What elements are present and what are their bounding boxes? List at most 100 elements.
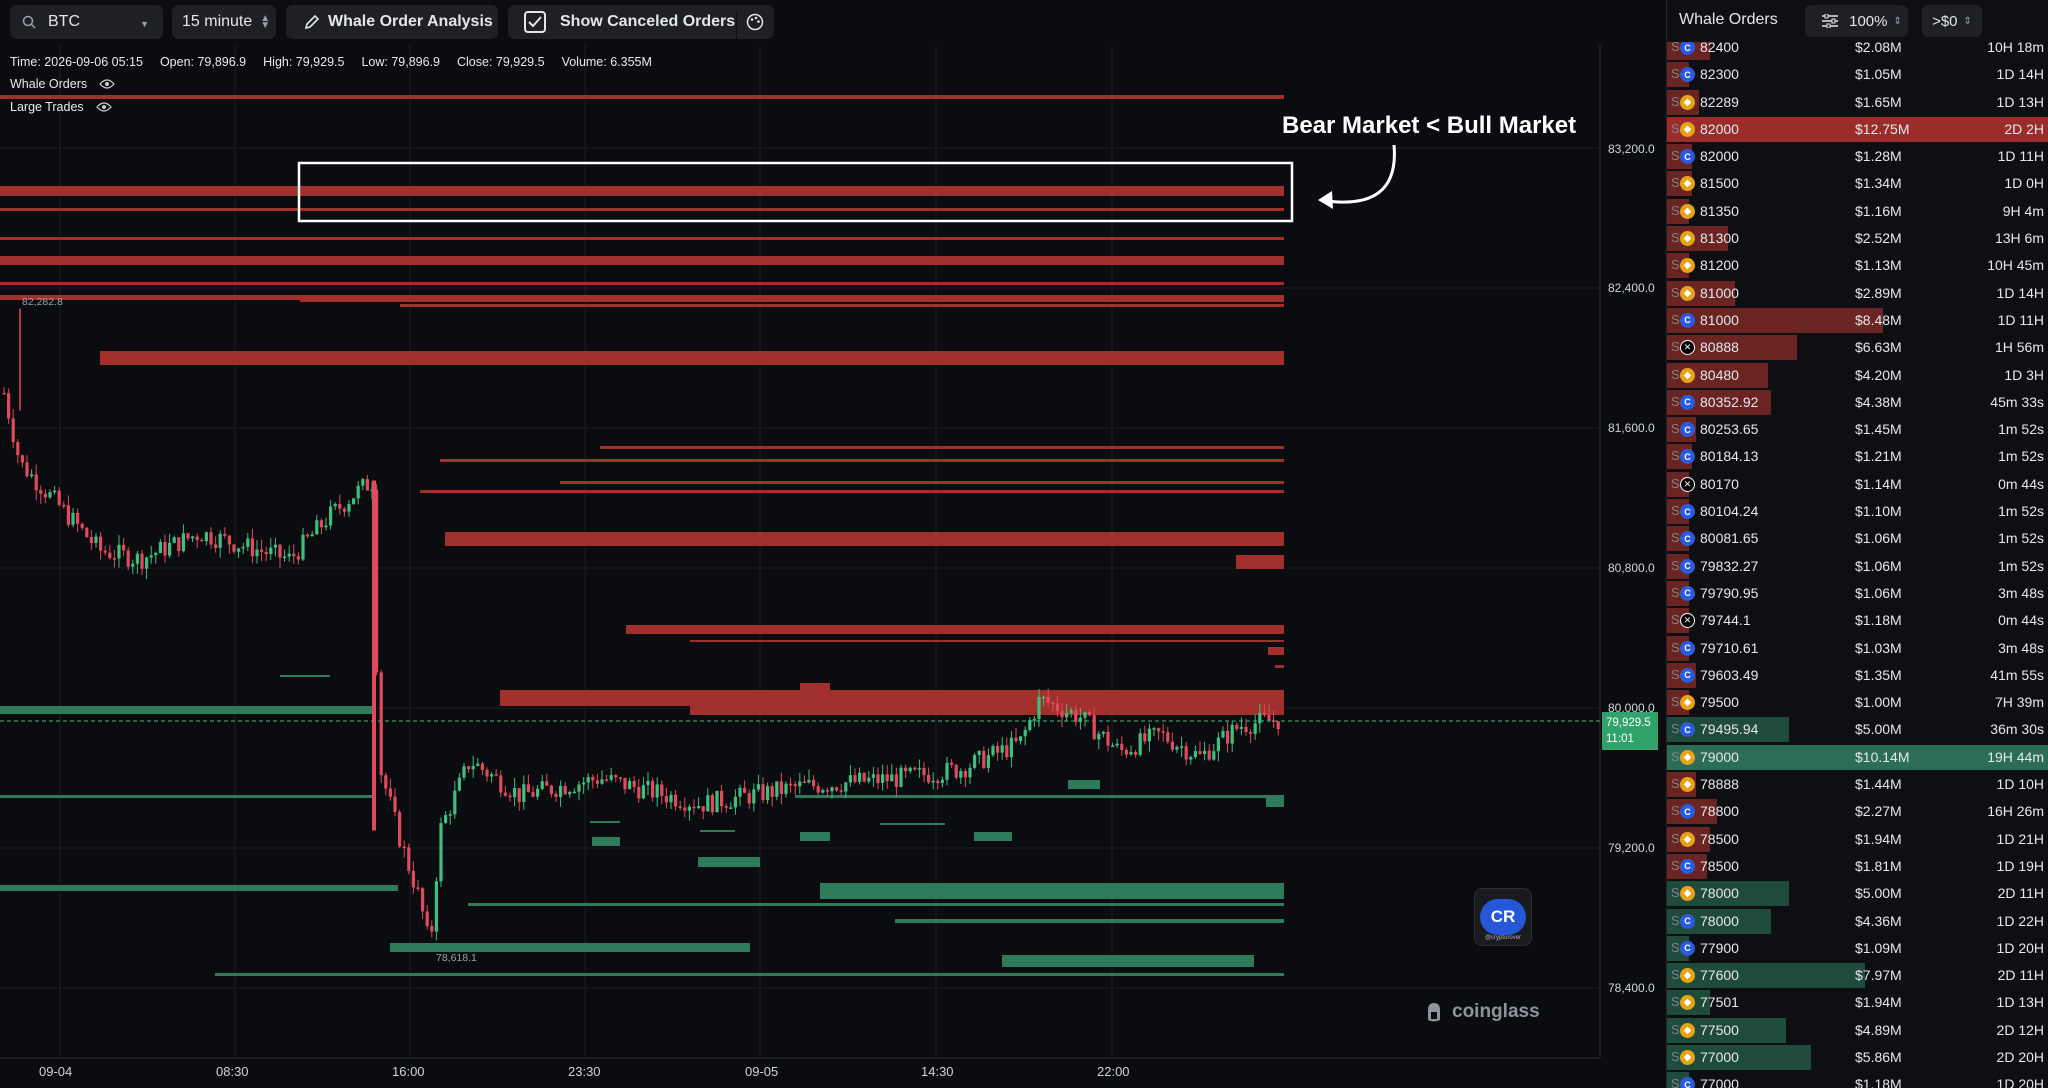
- candle-body: [1161, 731, 1165, 733]
- candle-countdown: 11:01: [1606, 733, 1634, 745]
- order-amount: $6.63M: [1855, 339, 1902, 356]
- palette-icon[interactable]: [746, 13, 764, 31]
- binance-icon: ◆: [1680, 968, 1695, 984]
- order-amount: $2.27M: [1855, 803, 1902, 820]
- whale-order-row[interactable]: S C 80081.65 $1.06M 1m 52s: [1667, 525, 2048, 552]
- whale-order-row[interactable]: S ◆ 78500 $1.94M 1D 21H: [1667, 826, 2048, 853]
- checkbox-checked-icon[interactable]: [524, 11, 546, 33]
- whale-order-row[interactable]: S C 79832.27 $1.06M 1m 52s: [1667, 553, 2048, 580]
- whale-order-row[interactable]: S C 79495.94 $5.00M 36m 30s: [1667, 716, 2048, 743]
- candle-body: [237, 548, 241, 552]
- whale-order-row[interactable]: S ✕ 79744.1 $1.18M 0m 44s: [1667, 607, 2048, 634]
- candle-body: [614, 775, 618, 778]
- whale-order-row[interactable]: S ◆ 77600 $7.97M 2D 11H: [1667, 962, 2048, 989]
- whale-order-row[interactable]: S C 80352.92 $4.38M 45m 33s: [1667, 389, 2048, 416]
- whale-order-row[interactable]: S ◆ 77500 $4.89M 2D 12H: [1667, 1017, 2048, 1044]
- whale-order-row[interactable]: S ✕ 80170 $1.14M 0m 44s: [1667, 471, 2048, 498]
- buy-wall: [468, 903, 1284, 906]
- order-amount: $1.65M: [1855, 93, 1902, 110]
- whale-order-row[interactable]: S C 78500 $1.81M 1D 19H: [1667, 853, 2048, 880]
- coinglass-logo: coinglass: [1422, 1000, 1540, 1024]
- candle-body: [260, 549, 264, 552]
- order-amount: $1.21M: [1855, 448, 1902, 465]
- candle-body: [549, 785, 553, 794]
- whale-order-row[interactable]: S C 78000 $4.36M 1D 22H: [1667, 908, 2048, 935]
- whale-order-row[interactable]: S ◆ 79000 $10.14M 19H 44m: [1667, 744, 2048, 771]
- whale-order-row[interactable]: S C 77900 $1.09M 1D 20H: [1667, 935, 2048, 962]
- candle-body: [1157, 728, 1161, 732]
- order-side: S: [1671, 967, 1680, 983]
- order-side: S: [1671, 93, 1680, 109]
- whale-order-row[interactable]: S ◆ 81350 $1.16M 9H 4m: [1667, 198, 2048, 225]
- buy-wall: [1002, 955, 1254, 967]
- whale-order-row[interactable]: S ◆ 78888 $1.44M 1D 10H: [1667, 771, 2048, 798]
- whale-order-row[interactable]: S C 79603.49 $1.35M 41m 55s: [1667, 662, 2048, 689]
- whale-order-row[interactable]: S ✕ 80888 $6.63M 1H 56m: [1667, 334, 2048, 361]
- order-amount: $1.45M: [1855, 421, 1902, 438]
- candle-body: [135, 553, 139, 564]
- candle-body: [1134, 752, 1138, 755]
- candle-body: [526, 784, 530, 793]
- whale-order-row[interactable]: S C 80253.65 $1.45M 1m 52s: [1667, 416, 2048, 443]
- order-side: S: [1671, 1021, 1680, 1037]
- whale-order-row[interactable]: S C 79710.61 $1.03M 3m 48s: [1667, 635, 2048, 662]
- whale-order-row[interactable]: S C 79790.95 $1.06M 3m 48s: [1667, 580, 2048, 607]
- order-amount: $1.34M: [1855, 175, 1902, 192]
- eye-icon[interactable]: [95, 101, 112, 113]
- whale-order-row[interactable]: S ◆ 80480 $4.20M 1D 3H: [1667, 362, 2048, 389]
- candle-body: [402, 846, 406, 849]
- whale-order-row[interactable]: S C 82000 $1.28M 1D 11H: [1667, 143, 2048, 170]
- whale-order-row[interactable]: S ◆ 81500 $1.34M 1D 0H: [1667, 170, 2048, 197]
- whale-order-row[interactable]: S ◆ 79500 $1.00M 7H 39m: [1667, 689, 2048, 716]
- order-side: S: [1671, 530, 1680, 546]
- eye-icon[interactable]: [99, 78, 115, 90]
- whale-order-row[interactable]: S C 78800 $2.27M 16H 26m: [1667, 798, 2048, 825]
- order-side: S: [1671, 584, 1680, 600]
- coinbase-icon: C: [1680, 394, 1695, 410]
- candle-body: [697, 806, 701, 809]
- whale-order-row[interactable]: S C 80184.13 $1.21M 1m 52s: [1667, 443, 2048, 470]
- price-tick: 80,800.0: [1608, 561, 1655, 575]
- sell-wall: [800, 683, 830, 693]
- candle-body: [241, 546, 245, 549]
- sliders-icon: [1822, 14, 1838, 28]
- candle-body: [844, 782, 848, 792]
- whale-order-row[interactable]: S ◆ 82000 $12.75M 2D 2H: [1667, 116, 2048, 143]
- candle-body: [655, 784, 659, 798]
- whale-order-row[interactable]: S C 80104.24 $1.10M 1m 52s: [1667, 498, 2048, 525]
- symbol-search[interactable]: BTC ▼: [10, 5, 163, 39]
- whale-order-row[interactable]: S ◆ 81300 $2.52M 13H 6m: [1667, 225, 2048, 252]
- candle-body: [798, 781, 802, 787]
- interval-select[interactable]: 15 minute ▲ ▼: [172, 5, 276, 39]
- whale-order-row[interactable]: S C 82300 $1.05M 1D 14H: [1667, 61, 2048, 88]
- coinbase-icon: C: [1680, 312, 1695, 328]
- whale-order-row[interactable]: S C 77000 $1.18M 1D 20H: [1667, 1071, 2048, 1088]
- order-side: S: [1671, 311, 1680, 327]
- whale-order-row[interactable]: S ◆ 81200 $1.13M 10H 45m: [1667, 252, 2048, 279]
- order-side: S: [1671, 612, 1680, 628]
- show-canceled-orders-toggle[interactable]: Show Canceled Orders: [508, 5, 774, 43]
- whale-order-row[interactable]: S ◆ 81000 $2.89M 1D 14H: [1667, 280, 2048, 307]
- percent-select[interactable]: 100% ⇕: [1843, 5, 1908, 37]
- whale-order-row[interactable]: S ◆ 77501 $1.94M 1D 13H: [1667, 989, 2048, 1016]
- candle-body: [605, 779, 609, 781]
- price-chart[interactable]: [0, 45, 1666, 1088]
- candle-body: [1028, 720, 1032, 730]
- candle-body: [1180, 746, 1184, 748]
- order-age: 1D 0H: [2004, 175, 2044, 192]
- whale-order-row[interactable]: S C 81000 $8.48M 1D 11H: [1667, 307, 2048, 334]
- order-price: 81350: [1700, 202, 1739, 219]
- order-age: 1D 22H: [1996, 912, 2044, 929]
- whale-order-row[interactable]: S ◆ 77000 $5.86M 2D 20H: [1667, 1044, 2048, 1071]
- candle-body: [1170, 741, 1174, 750]
- min-amount-select[interactable]: >$0 ⇕: [1922, 5, 1982, 37]
- order-price: 82300: [1700, 66, 1739, 83]
- candle-body: [214, 544, 218, 548]
- whale-order-analysis-button[interactable]: Whale Order Analysis: [286, 5, 498, 39]
- price-tick: 78,400.0: [1608, 981, 1655, 995]
- chart-canvas[interactable]: [0, 45, 1666, 1088]
- whale-order-row[interactable]: S ◆ 82289 $1.65M 1D 13H: [1667, 89, 2048, 116]
- candle-body: [1184, 746, 1188, 760]
- whale-order-row[interactable]: S ◆ 78000 $5.00M 2D 11H: [1667, 880, 2048, 907]
- order-price: 81200: [1700, 257, 1739, 274]
